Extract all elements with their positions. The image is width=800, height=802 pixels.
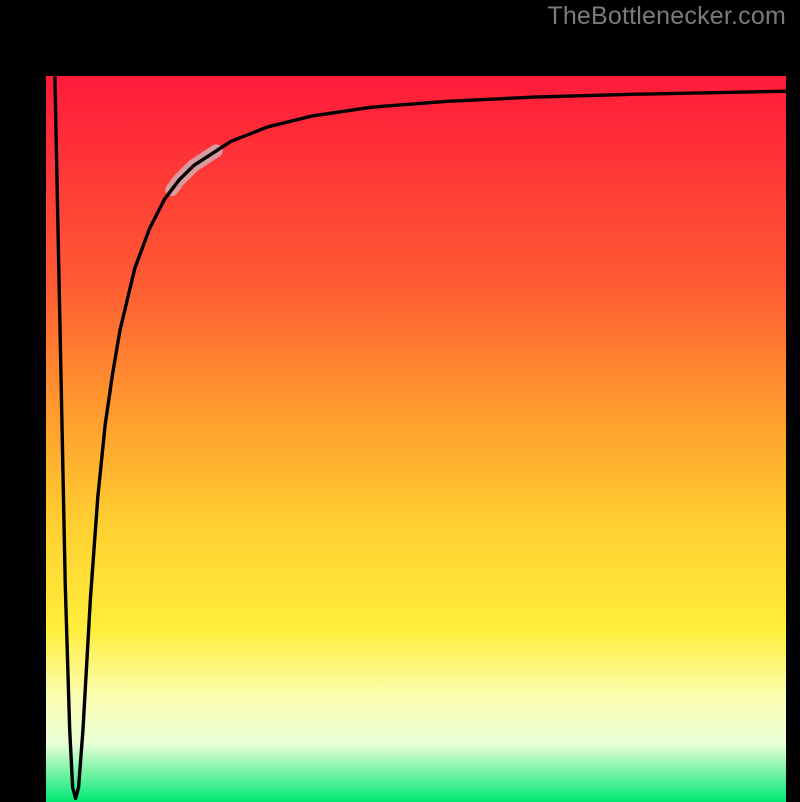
chart-frame	[16, 32, 784, 784]
watermark-text: TheBottlenecker.com	[547, 2, 786, 31]
gradient-background	[46, 76, 786, 802]
chart-plot	[46, 76, 786, 802]
